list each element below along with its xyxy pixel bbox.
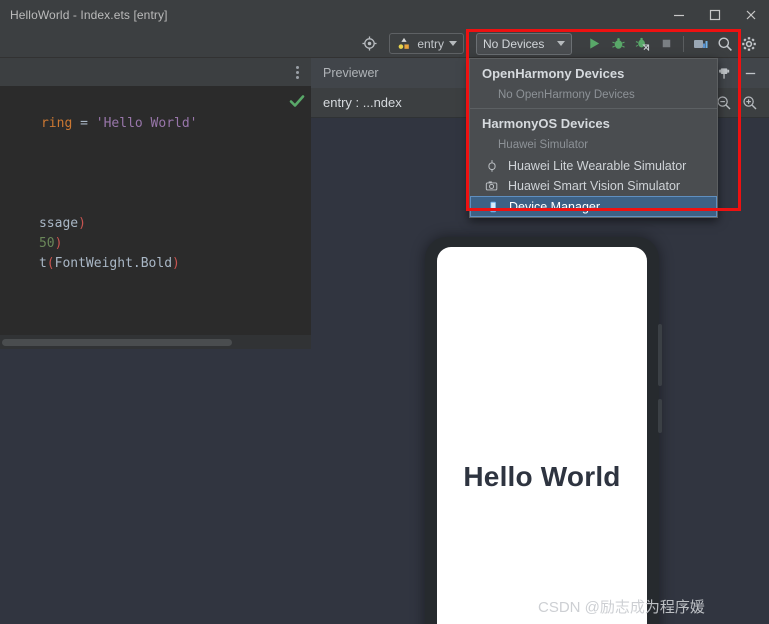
module-selector-label: entry bbox=[417, 36, 444, 51]
dropdown-item-label: Device Manager bbox=[509, 199, 601, 214]
code-token: ( bbox=[46, 256, 55, 271]
device-power-button bbox=[658, 399, 662, 433]
dropdown-group-header: HarmonyOS Devices bbox=[482, 116, 610, 131]
run-button[interactable] bbox=[582, 32, 606, 56]
editor-lower-blank-area bbox=[0, 349, 311, 624]
window-title: HelloWorld - Index.ets [entry] bbox=[10, 8, 168, 22]
device-dropdown-menu[interactable]: OpenHarmony Devices No OpenHarmony Devic… bbox=[469, 58, 718, 218]
search-button[interactable] bbox=[713, 32, 737, 56]
dropdown-item-lite-wearable-simulator[interactable]: Huawei Lite Wearable Simulator bbox=[470, 156, 717, 176]
code-token: = bbox=[72, 116, 96, 131]
settings-button[interactable] bbox=[737, 32, 761, 56]
code-token: ) bbox=[172, 256, 180, 271]
device-selector[interactable]: No Devices bbox=[476, 32, 572, 55]
code-token: ) bbox=[78, 216, 86, 231]
preview-hello-text: Hello World bbox=[463, 461, 621, 492]
stop-button[interactable] bbox=[654, 32, 678, 56]
dropdown-empty-note: No OpenHarmony Devices bbox=[498, 89, 635, 101]
code-editor[interactable]: ring = 'Hello World' ssage) 50) t(FontWe… bbox=[0, 86, 311, 335]
previewer-zoom-controls bbox=[711, 88, 769, 118]
debug-button[interactable] bbox=[606, 32, 630, 56]
device-preview-frame: Hello World bbox=[425, 237, 662, 624]
phone-icon bbox=[485, 199, 501, 215]
editor-horizontal-scrollbar-thumb[interactable] bbox=[2, 339, 232, 346]
previewer-title: Previewer bbox=[323, 66, 379, 80]
toolbar-divider bbox=[683, 35, 684, 52]
camera-icon bbox=[484, 178, 500, 194]
ide-window: HelloWorld - Index.ets [entry] entry No … bbox=[0, 0, 769, 624]
minimize-icon[interactable] bbox=[737, 58, 763, 88]
dropdown-group-header: OpenHarmony Devices bbox=[482, 66, 625, 81]
chevron-down-icon bbox=[557, 41, 565, 46]
zoom-in-icon[interactable] bbox=[737, 88, 763, 118]
profiler-button[interactable] bbox=[689, 32, 713, 56]
previewer-header-actions bbox=[711, 58, 769, 88]
chevron-down-icon bbox=[449, 41, 457, 46]
kebab-menu-icon[interactable] bbox=[287, 58, 307, 86]
breadcrumb[interactable]: entry : ...ndex bbox=[311, 95, 402, 110]
dropdown-subgroup-label: Huawei Simulator bbox=[498, 139, 589, 151]
code-token: ring bbox=[40, 116, 73, 131]
device-screen[interactable]: Hello World bbox=[437, 247, 647, 624]
code-token: 'Hello World' bbox=[95, 116, 198, 131]
minimize-button[interactable] bbox=[661, 0, 697, 30]
close-button[interactable] bbox=[733, 0, 769, 30]
title-bar: HelloWorld - Index.ets [entry] bbox=[0, 0, 769, 30]
main-toolbar: entry No Devices bbox=[0, 30, 769, 58]
code-token: t bbox=[38, 256, 47, 271]
editor-tab-strip bbox=[0, 58, 311, 86]
code-line: ring = 'Hello World' bbox=[0, 104, 198, 143]
watermark-text: CSDN @励志成为程序媛 bbox=[538, 599, 705, 616]
device-selector-label: No Devices bbox=[483, 36, 545, 51]
maximize-button[interactable] bbox=[697, 0, 733, 30]
watch-icon bbox=[484, 158, 500, 174]
dropdown-item-device-manager[interactable]: Device Manager bbox=[470, 196, 717, 217]
checkmark-icon bbox=[288, 92, 306, 115]
module-icon bbox=[396, 36, 412, 52]
dropdown-item-smart-vision-simulator[interactable]: Huawei Smart Vision Simulator bbox=[470, 176, 717, 196]
device-volume-button bbox=[658, 324, 662, 386]
code-line: t(FontWeight.Bold) bbox=[0, 244, 180, 283]
target-icon[interactable] bbox=[357, 32, 381, 56]
dropdown-divider bbox=[470, 108, 717, 109]
dropdown-item-label: Huawei Lite Wearable Simulator bbox=[508, 159, 687, 173]
dropdown-item-label: Huawei Smart Vision Simulator bbox=[508, 179, 681, 193]
attach-debugger-button[interactable] bbox=[630, 32, 654, 56]
module-selector[interactable]: entry bbox=[389, 33, 464, 54]
window-controls bbox=[661, 0, 769, 30]
code-token: FontWeight.Bold bbox=[54, 256, 173, 271]
